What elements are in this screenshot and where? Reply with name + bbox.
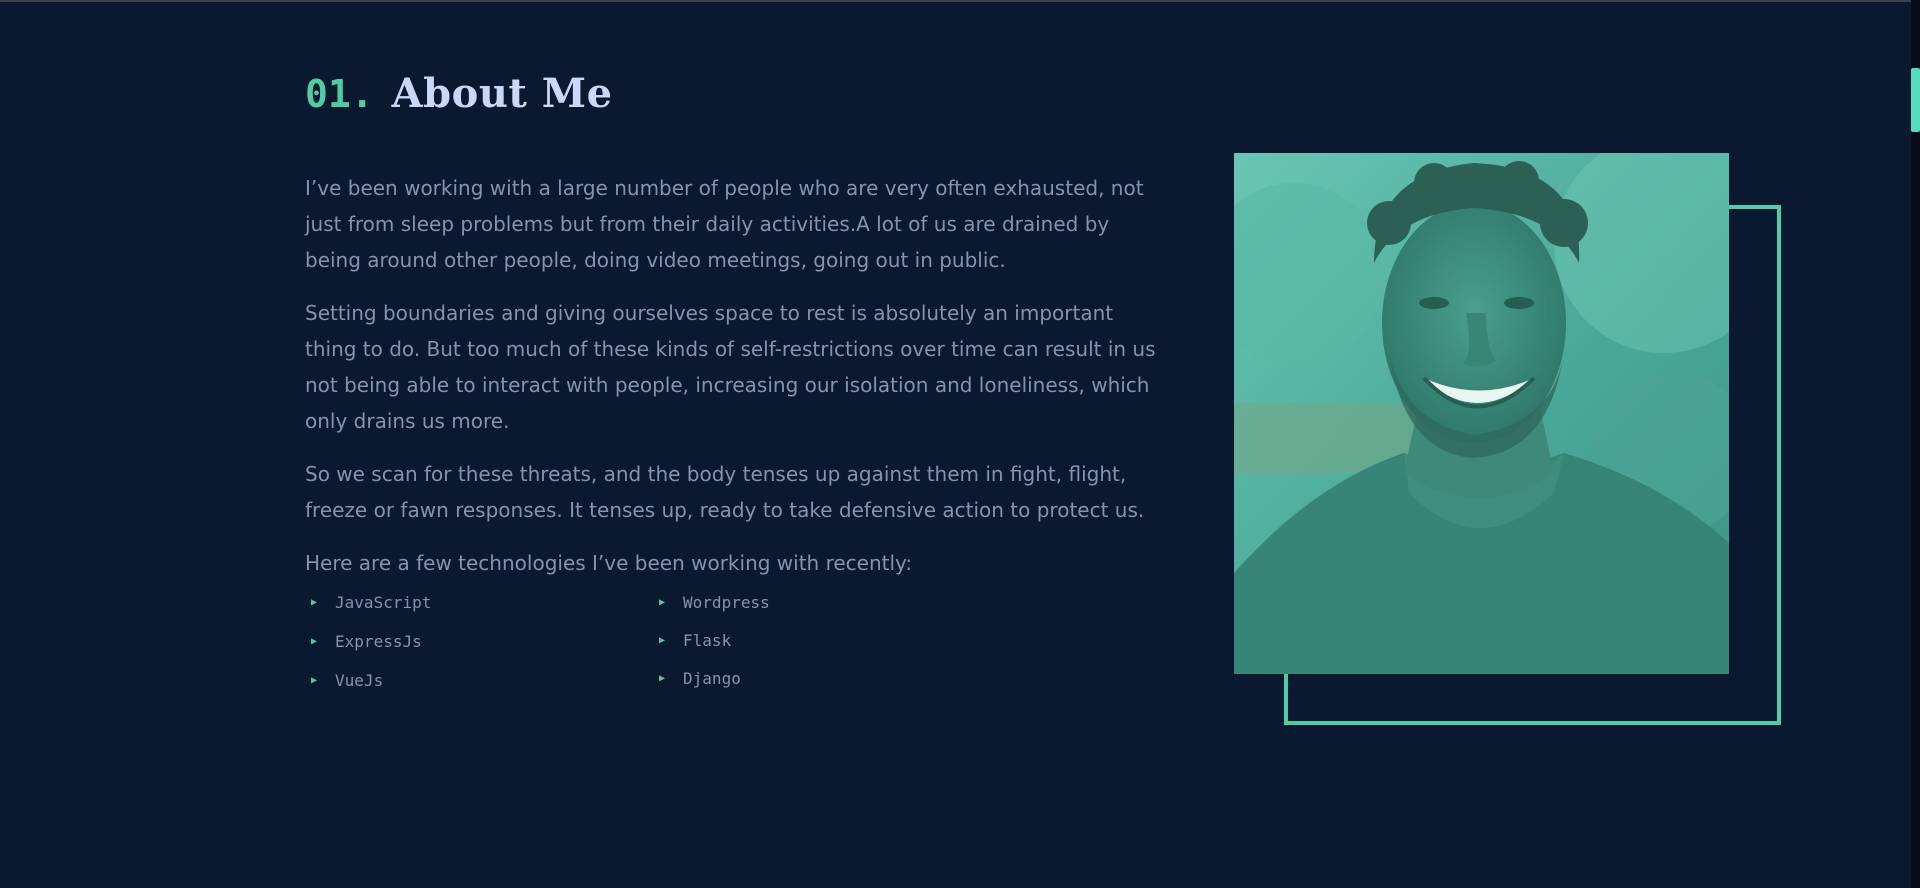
about-section: 01. About Me I’ve been working with a la… [305, 70, 1785, 770]
tech-label: Wordpress [683, 593, 770, 612]
profile-photo-wrapper[interactable] [1234, 153, 1781, 725]
list-item: ▶ Wordpress [653, 593, 770, 612]
list-item: ▶ JavaScript [305, 593, 431, 612]
section-number: 01. [305, 72, 374, 116]
list-item: ▶ Flask [653, 631, 731, 650]
triangle-right-icon: ▶ [311, 636, 318, 647]
triangle-right-icon: ▶ [659, 635, 666, 646]
about-paragraph-1: I’ve been working with a large number of… [305, 176, 1144, 272]
list-item: ▶ Django [653, 669, 741, 688]
triangle-right-icon: ▶ [311, 675, 318, 686]
profile-photo[interactable] [1234, 153, 1729, 674]
technologies-intro: Here are a few technologies I’ve been wo… [305, 551, 913, 575]
list-item: ▶ ExpressJs [305, 632, 422, 651]
about-paragraph-2: Setting boundaries and giving ourselves … [305, 301, 1156, 433]
triangle-right-icon: ▶ [659, 597, 666, 608]
page-scrollbar[interactable] [1911, 0, 1920, 888]
window-top-border [0, 0, 1920, 2]
about-text-column: I’ve been working with a large number of… [305, 170, 1165, 707]
triangle-right-icon: ▶ [659, 673, 666, 684]
section-heading: 01. About Me [305, 70, 613, 117]
technologies-list: ▶ JavaScript ▶ ExpressJs ▶ VueJs ▶ Wordp… [305, 587, 1005, 707]
section-title: About Me [391, 70, 613, 117]
tech-label: Django [683, 669, 741, 688]
tech-label: Flask [683, 631, 732, 650]
about-paragraph-3: So we scan for these threats, and the bo… [305, 462, 1145, 522]
tech-label: VueJs [335, 671, 384, 690]
tech-label: ExpressJs [335, 632, 422, 651]
list-item: ▶ VueJs [305, 671, 383, 690]
scrollbar-thumb[interactable] [1911, 68, 1920, 132]
photo-tint-overlay [1234, 153, 1729, 674]
tech-label: JavaScript [335, 593, 432, 612]
triangle-right-icon: ▶ [311, 597, 318, 608]
